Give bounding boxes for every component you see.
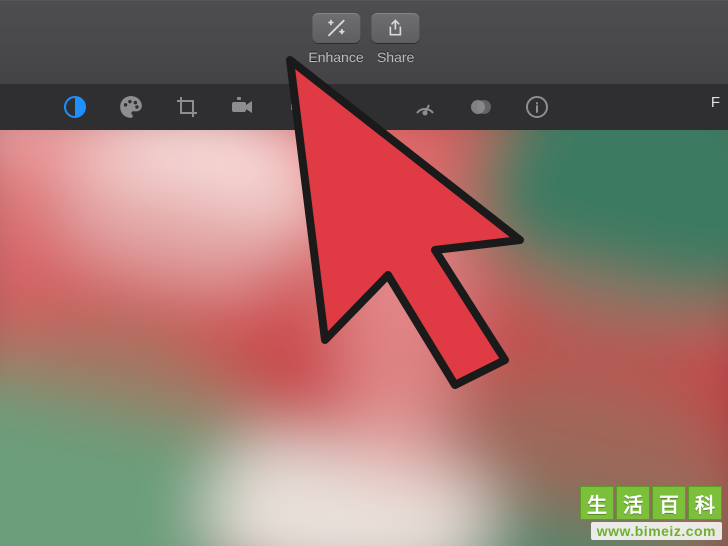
- wm-char-2: 百: [652, 486, 686, 520]
- speed-tool[interactable]: [412, 94, 438, 120]
- info-tool[interactable]: [524, 94, 550, 120]
- photo-content: [0, 130, 728, 546]
- video-tool[interactable]: [230, 94, 256, 120]
- watermark-url: www.bimeiz.com: [591, 522, 722, 540]
- contrast-tool[interactable]: [62, 94, 88, 120]
- share-icon: [386, 17, 406, 39]
- wm-char-3: 科: [688, 486, 722, 520]
- canvas-area[interactable]: [0, 130, 728, 546]
- overlap-tool[interactable]: [468, 94, 494, 120]
- watermark: 生 活 百 科 www.bimeiz.com: [580, 486, 722, 540]
- info-icon: [525, 95, 549, 119]
- audio-tool[interactable]: [286, 94, 312, 120]
- audio-icon: [287, 95, 311, 119]
- watermark-chars: 生 活 百 科: [580, 486, 722, 520]
- tool-row: [0, 84, 728, 131]
- palette-tool[interactable]: [118, 94, 144, 120]
- enhance-label: Enhance: [308, 49, 363, 65]
- share-button[interactable]: [372, 13, 420, 43]
- app-window: Enhance Share: [0, 0, 728, 546]
- crop-icon: [175, 95, 199, 119]
- share-group: Share: [372, 13, 420, 65]
- crop-tool[interactable]: [174, 94, 200, 120]
- titlebar-button-group: Enhance Share: [308, 13, 419, 65]
- wm-char-1: 活: [616, 486, 650, 520]
- contrast-icon: [63, 95, 87, 119]
- wand-icon: [325, 17, 347, 39]
- speedometer-icon: [412, 95, 438, 119]
- palette-icon: [118, 94, 144, 120]
- titlebar: Enhance Share: [0, 0, 728, 85]
- video-icon: [230, 95, 256, 119]
- overlap-icon: [468, 95, 494, 119]
- wm-char-0: 生: [580, 486, 614, 520]
- enhance-group: Enhance: [308, 13, 363, 65]
- share-label: Share: [377, 49, 414, 65]
- enhance-button[interactable]: [312, 13, 360, 43]
- right-indicator: F: [711, 94, 720, 111]
